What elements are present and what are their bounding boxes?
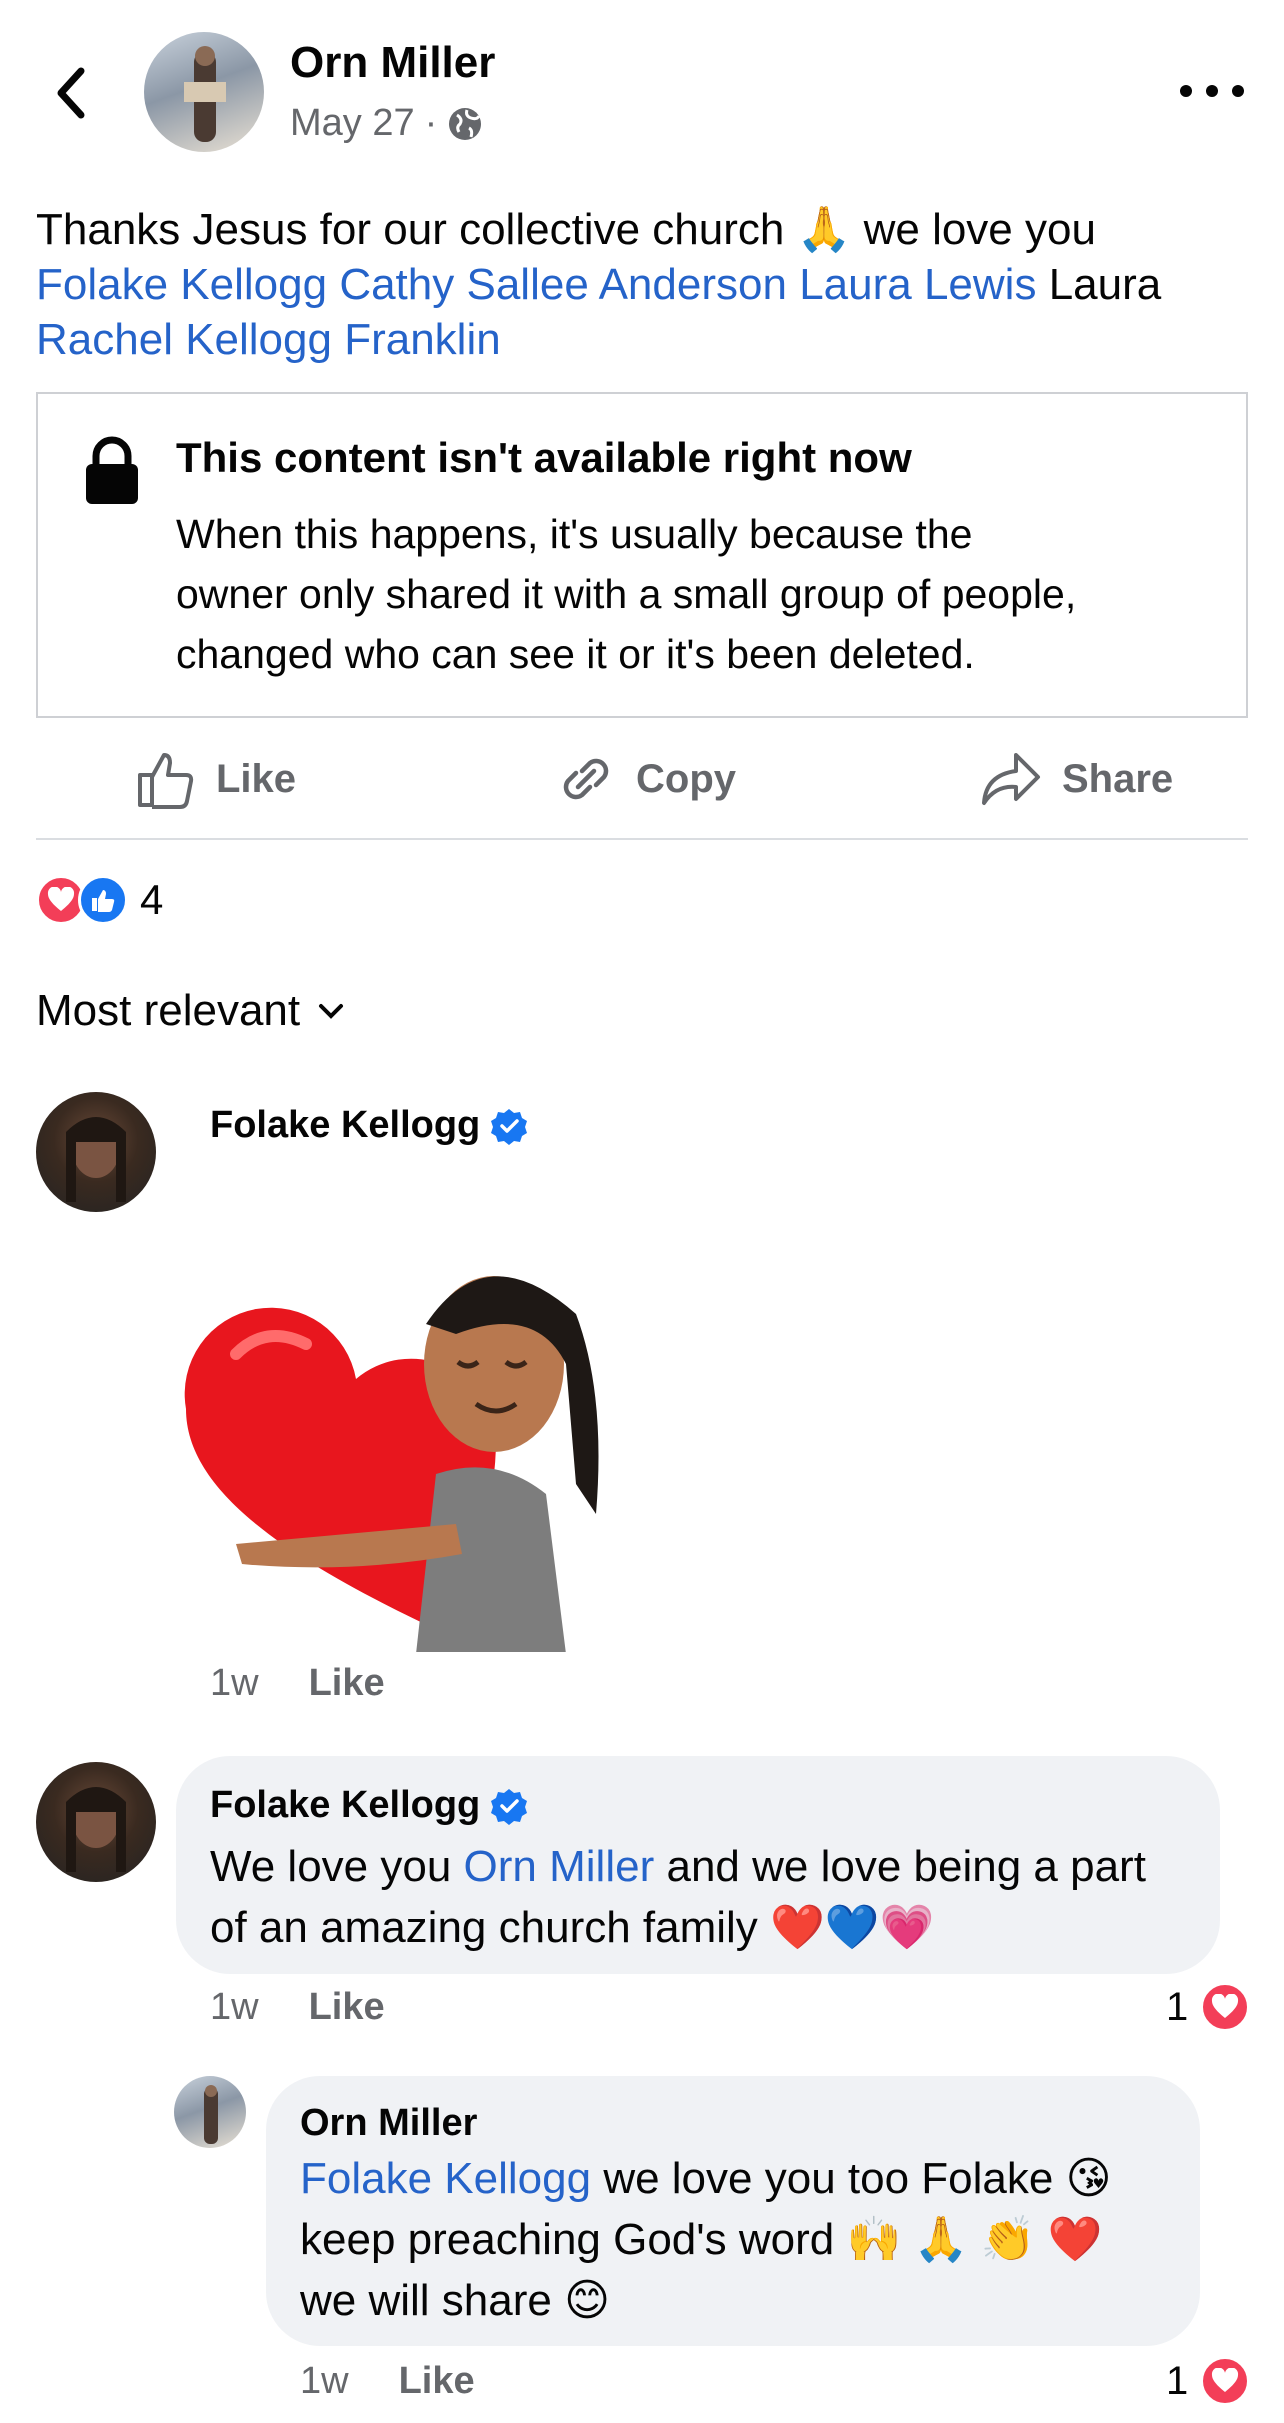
commenter-avatar[interactable]: [36, 1092, 156, 1212]
comment-sort-dropdown[interactable]: Most relevant: [36, 986, 344, 1036]
like-button[interactable]: Like: [136, 744, 296, 814]
dot-icon: [1180, 85, 1192, 97]
verified-badge-icon: [491, 1108, 528, 1145]
commenter-name[interactable]: Folake Kellogg: [210, 1784, 528, 1827]
comment-bubble[interactable]: Folake Kellogg We love you Orn Miller an…: [176, 1756, 1220, 1974]
verified-badge-icon: [491, 1788, 528, 1825]
comment-text-part: we will share: [300, 2276, 552, 2325]
divider: [36, 838, 1248, 840]
share-label: Share: [1062, 756, 1174, 801]
comment-reactions[interactable]: 1: [1166, 2356, 1251, 2406]
comment-meta: 1w Like: [210, 1986, 385, 2029]
emoji: 😘: [1065, 2154, 1112, 2203]
commenter-name-text: Folake Kellogg: [210, 1784, 481, 1826]
post-text-line1: Thanks Jesus for our collective church: [36, 205, 785, 254]
link-icon: [563, 758, 609, 800]
tag-link[interactable]: Cathy Sallee Anderson: [339, 260, 787, 309]
dot-icon: [1206, 85, 1218, 97]
share-button[interactable]: Share: [980, 744, 1173, 814]
commenter-name-text: Folake Kellogg: [210, 1104, 481, 1146]
comment-time[interactable]: 1w: [210, 1986, 259, 2029]
comment-reaction-count: 1: [1166, 2358, 1189, 2403]
back-button[interactable]: [40, 58, 100, 128]
chevron-down-icon: [319, 1004, 344, 1019]
unavailable-line: When this happens, it's usually because …: [176, 511, 973, 557]
love-reaction-icon: [1200, 1982, 1251, 2032]
like-reaction-icon: [78, 875, 128, 925]
comment-text: We love you Orn Miller and we love being…: [210, 1836, 1210, 1958]
comment-text-part: keep preaching God's word: [300, 2215, 835, 2264]
comment-time[interactable]: 1w: [300, 2360, 349, 2403]
meta-separator: ·: [424, 102, 438, 144]
reply-author-avatar[interactable]: [174, 2076, 246, 2148]
post-text: Thanks Jesus for our collective church 🙏…: [36, 202, 1256, 367]
comment-like-button[interactable]: Like: [309, 1986, 385, 2029]
share-arrow-icon: [982, 753, 1040, 805]
comment-meta: 1w Like: [300, 2360, 475, 2403]
emoji: 🙌 🙏 👏 ❤️: [846, 2215, 1103, 2264]
comment-time[interactable]: 1w: [210, 1662, 259, 1705]
post-author-name[interactable]: Orn Miller: [290, 38, 495, 88]
comment-text-part: of an amazing church family: [210, 1903, 758, 1952]
unavailable-line: changed who can see it or it's been dele…: [176, 631, 975, 677]
more-options-button[interactable]: [1180, 76, 1244, 106]
comment-like-button[interactable]: Like: [309, 1662, 385, 1705]
copy-button[interactable]: Copy: [556, 744, 736, 814]
globe-icon: [449, 107, 482, 140]
dot-icon: [1232, 85, 1244, 97]
commenter-avatar[interactable]: [36, 1762, 156, 1882]
unavailable-title: This content isn't available right now: [176, 434, 912, 481]
author-avatar[interactable]: [144, 32, 264, 152]
unavailable-body: When this happens, it's usually because …: [176, 504, 1236, 684]
comment-text-part: we love you too Folake: [603, 2154, 1054, 2203]
copy-label: Copy: [636, 756, 736, 801]
reaction-count: 4: [140, 876, 164, 923]
comment-reaction-count: 1: [1166, 1984, 1189, 2029]
comment-meta: 1w Like: [210, 1662, 385, 1705]
lock-icon: [86, 436, 138, 504]
comment-text-part: and we love being a part: [666, 1842, 1146, 1891]
mention-link[interactable]: Folake Kellogg: [300, 2154, 591, 2203]
emoji: ❤️💙💗: [770, 1903, 935, 1952]
reply-author-name[interactable]: Orn Miller: [300, 2102, 477, 2145]
reply-text: Folake Kellogg we love you too Folake 😘 …: [300, 2148, 1190, 2331]
commenter-name[interactable]: Folake Kellogg: [210, 1104, 528, 1147]
reply-bubble[interactable]: Orn Miller Folake Kellogg we love you to…: [266, 2076, 1200, 2346]
post-text-plain: Laura: [1048, 260, 1162, 309]
chevron-left-icon: [57, 67, 85, 119]
post-text-line1-end: we love you: [863, 205, 1096, 254]
tag-link[interactable]: Laura Lewis: [799, 260, 1036, 309]
reactions-summary[interactable]: 4: [36, 874, 163, 926]
unavailable-line: owner only shared it with a small group …: [176, 571, 1077, 617]
thumbs-up-icon: [138, 753, 194, 809]
unavailable-content-box: This content isn't available right now W…: [36, 392, 1248, 718]
comment-text-part: We love you: [210, 1842, 452, 1891]
love-reaction-icon: [1200, 2356, 1251, 2406]
like-label: Like: [216, 756, 297, 801]
emoji: 🙏: [796, 205, 852, 254]
post-date[interactable]: May 27: [290, 102, 415, 145]
tag-link[interactable]: Rachel Kellogg Franklin: [36, 315, 501, 364]
comment-reactions[interactable]: 1: [1166, 1982, 1251, 2032]
tag-link[interactable]: Folake Kellogg: [36, 260, 327, 309]
mention-link[interactable]: Orn Miller: [464, 1842, 655, 1891]
heart-hug-sticker: [176, 1244, 672, 1654]
comment-like-button[interactable]: Like: [399, 2360, 475, 2403]
sort-label: Most relevant: [36, 986, 301, 1035]
post-meta: May 27 ·: [290, 102, 483, 145]
emoji: 😊: [564, 2276, 610, 2325]
